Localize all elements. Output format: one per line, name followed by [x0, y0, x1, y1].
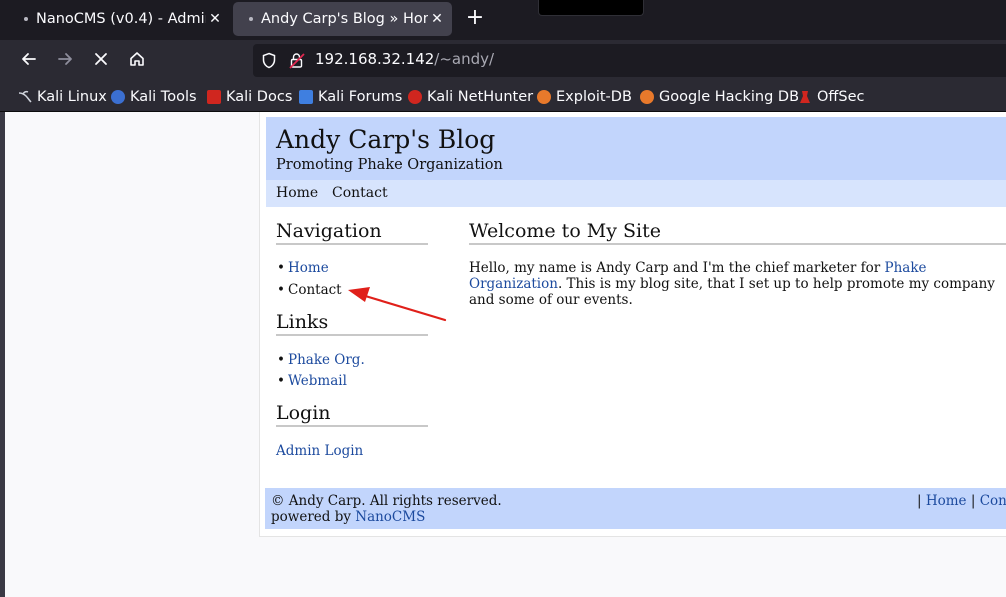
new-tab-plus-icon[interactable]: + [463, 7, 487, 30]
kali-forums-icon [299, 90, 313, 104]
ghdb-icon [640, 90, 654, 104]
bookmark-kali-docs[interactable]: Kali Docs [207, 87, 292, 107]
copyright-text: © Andy Carp. All rights reserved. [271, 493, 502, 509]
bookmark-label: OffSec [817, 89, 865, 105]
footer-home-link[interactable]: Home [926, 493, 967, 509]
sidebar-item-phake-org[interactable]: Phake Org. [277, 352, 365, 368]
phake-org-link[interactable]: Phake Org. [288, 352, 365, 368]
back-arrow-icon[interactable] [18, 50, 40, 72]
top-navigation: Home Contact [266, 180, 1006, 207]
kali-dragon-icon [18, 90, 32, 104]
bookmark-kali-tools[interactable]: Kali Tools [111, 87, 197, 107]
site-subtitle: Promoting Phake Organization [276, 157, 503, 173]
tab-loading-dot-icon [249, 17, 253, 21]
bookmarks-toolbar: Kali Linux Kali Tools Kali Docs Kali For… [0, 81, 1006, 112]
footer-separator: | [970, 493, 976, 509]
bookmark-label: Google Hacking DB [659, 89, 800, 105]
redacted-box [538, 0, 644, 16]
navigation-heading: Navigation [276, 220, 428, 245]
sidebar-home-link[interactable]: Home [288, 260, 329, 276]
kali-docs-icon [207, 90, 221, 104]
tab-bar: NanoCMS (v0.4) - Admin I ✕ Andy Carp's B… [0, 0, 1006, 40]
close-tab-icon[interactable]: ✕ [206, 11, 224, 27]
sidebar-edge [0, 112, 5, 597]
bookmark-label: Kali NetHunter [427, 89, 534, 105]
nanocms-link[interactable]: NanoCMS [355, 509, 425, 525]
welcome-heading: Welcome to My Site [469, 220, 1006, 245]
bookmark-label: Exploit-DB [556, 89, 632, 105]
footer-contact-link[interactable]: Contact [980, 493, 1006, 509]
page-viewport: Andy Carp's Blog Promoting Phake Organiz… [0, 112, 1006, 597]
login-heading: Login [276, 402, 428, 427]
annotation-arrow-icon [348, 287, 447, 322]
powered-by-text: powered by [271, 509, 356, 525]
bookmark-google-hacking-db[interactable]: Google Hacking DB [640, 87, 799, 107]
site-title: Andy Carp's Blog [276, 125, 496, 154]
bookmark-kali-linux[interactable]: Kali Linux [18, 87, 107, 107]
kali-tools-icon [111, 90, 125, 104]
tab-title: NanoCMS (v0.4) - Admin I [36, 11, 206, 27]
sidebar-item-home[interactable]: Home [277, 260, 329, 276]
top-nav-contact[interactable]: Contact [332, 185, 388, 201]
tab-nanocms[interactable]: NanoCMS (v0.4) - Admin I ✕ [12, 2, 224, 36]
bookmark-kali-nethunter[interactable]: Kali NetHunter [408, 87, 533, 107]
footer-separator: | [917, 493, 922, 509]
admin-login-link[interactable]: Admin Login [276, 443, 363, 459]
top-nav-home[interactable]: Home [276, 185, 318, 201]
tab-title: Andy Carp's Blog » Home [261, 11, 428, 27]
admin-login-wrapper: Admin Login [276, 443, 363, 459]
site-header: Andy Carp's Blog Promoting Phake Organiz… [266, 117, 1006, 180]
url-text[interactable]: 192.168.32.142/~andy/ [315, 50, 494, 68]
footer-links: | Home | Contact [917, 493, 1006, 509]
welcome-paragraph: Hello, my name is Andy Carp and I'm the … [469, 260, 1006, 308]
tab-andy-blog[interactable]: Andy Carp's Blog » Home ✕ [233, 2, 452, 36]
sidebar-contact-current: Contact [288, 282, 342, 298]
webmail-link[interactable]: Webmail [288, 373, 347, 389]
url-path: /~andy/ [434, 50, 495, 68]
url-host: 192.168.32.142 [315, 50, 435, 68]
nethunter-icon [408, 90, 422, 104]
bookmark-exploit-db[interactable]: Exploit-DB [537, 87, 632, 107]
bookmark-label: Kali Forums [318, 89, 403, 105]
insecure-lock-icon[interactable] [289, 52, 305, 73]
sidebar-item-contact: Contact [277, 282, 342, 298]
site-footer: © Andy Carp. All rights reserved. powere… [265, 488, 1006, 529]
stop-loading-icon[interactable] [90, 50, 112, 72]
exploit-db-icon [537, 90, 551, 104]
powered-by: powered by NanoCMS [271, 509, 425, 525]
forward-arrow-icon[interactable] [54, 50, 76, 72]
bookmark-label: Kali Linux [37, 89, 107, 105]
bookmark-label: Kali Tools [130, 89, 197, 105]
offsec-icon [798, 90, 812, 104]
tab-loading-dot-icon [24, 17, 28, 21]
bookmark-offsec[interactable]: OffSec [798, 87, 865, 107]
para-text-1: Hello, my name is Andy Carp and I'm the … [469, 260, 885, 276]
bookmark-label: Kali Docs [226, 89, 293, 105]
tracking-shield-icon[interactable] [261, 52, 277, 73]
address-bar[interactable]: 192.168.32.142/~andy/ [253, 44, 1006, 77]
bookmark-kali-forums[interactable]: Kali Forums [299, 87, 402, 107]
sidebar-item-webmail[interactable]: Webmail [277, 373, 347, 389]
home-icon[interactable] [126, 50, 148, 72]
close-tab-icon[interactable]: ✕ [428, 11, 446, 27]
navigation-toolbar: 192.168.32.142/~andy/ [0, 40, 1006, 81]
